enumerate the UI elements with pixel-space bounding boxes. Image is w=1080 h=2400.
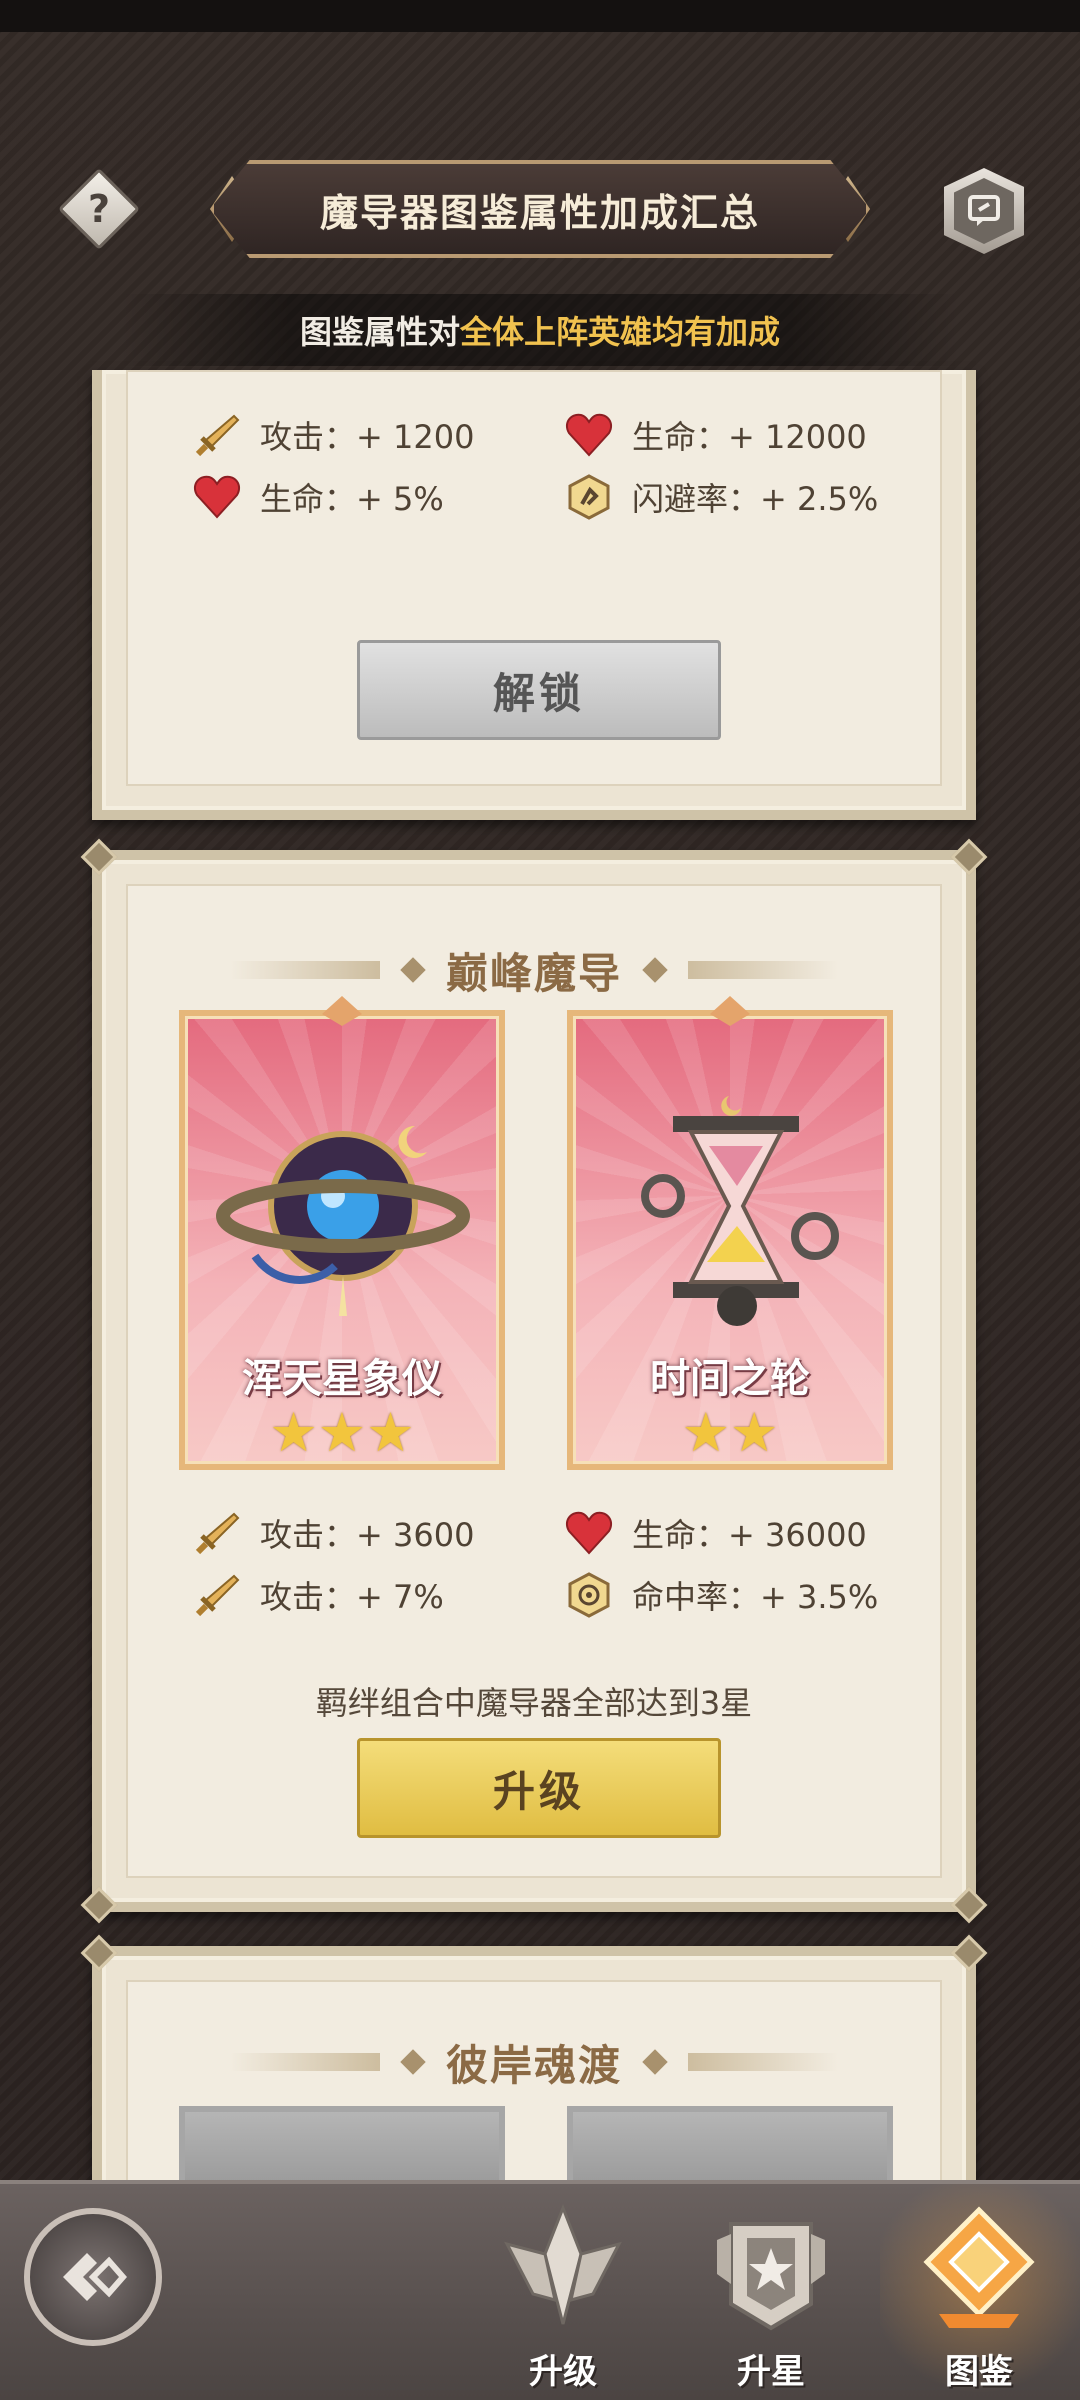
codex-panel-1: 攻击：+ 1200 生命：+ 12000 生命：+ 5% 闪避率：+ 2.5% … [92, 370, 976, 820]
diamond-ornament [642, 2049, 668, 2075]
stat-row: 攻击：+ 3600 [192, 1508, 474, 1558]
codex-panel-2: 巅峰魔导 浑天星象仪 ★★★ 时间之轮 ★★ 攻击：+ 3600 生命：+ 36… [80, 838, 988, 1924]
title-divider [688, 2053, 838, 2071]
nav-label: 图鉴 [945, 2352, 1013, 2392]
stat-text: 生命：+ 36000 [632, 1516, 867, 1554]
status-bar [0, 0, 1080, 32]
heart-icon [564, 410, 614, 460]
artifact-card[interactable]: 浑天星象仪 ★★★ [179, 996, 505, 1470]
stat-row: 生命：+ 36000 [564, 1508, 867, 1558]
star-icons: ★★★ [269, 1401, 415, 1464]
upgrade-emblem-icon [504, 2204, 622, 2325]
question-mark-icon: ? [87, 187, 111, 231]
dodge-icon [564, 472, 614, 522]
star-icons: ★★ [681, 1401, 779, 1464]
nav-codex[interactable]: 图鉴 [904, 2204, 1054, 2392]
heart-icon [564, 1508, 614, 1558]
upgrade-button[interactable]: 升级 [357, 1738, 721, 1838]
stat-row: 攻击：+ 1200 [192, 410, 474, 460]
stat-row: 生命：+ 12000 [564, 410, 867, 460]
artifact-name: 浑天星象仪 [242, 1356, 442, 1402]
back-arrow-icon [63, 2253, 127, 2301]
stat-text: 攻击：+ 3600 [260, 1516, 475, 1554]
nav-star-up[interactable]: 升星 [696, 2204, 846, 2392]
stat-text: 生命：+ 5% [260, 480, 444, 518]
star-up-emblem-icon [717, 2222, 825, 2331]
diamond-ornament [400, 957, 426, 983]
diamond-ornament [642, 957, 668, 983]
nav-label: 升星 [737, 2352, 805, 2392]
subtitle-highlight: 全体上阵英雄均有加成 [460, 313, 781, 351]
heart-icon [192, 472, 242, 522]
section-title-text: 巅峰魔导 [445, 948, 622, 998]
codex-emblem-icon [923, 2206, 1035, 2328]
armillary-sphere-icon [216, 1125, 470, 1316]
nav-upgrade[interactable]: 升级 [488, 2204, 638, 2392]
title-plate: 魔导器图鉴属性加成汇总 [210, 160, 870, 258]
upgrade-hint: 羁绊组合中魔导器全部达到3星 [315, 1684, 753, 1722]
stat-text: 命中率：+ 3.5% [632, 1578, 879, 1616]
page-title: 魔导器图鉴属性加成汇总 [319, 190, 760, 235]
stat-row: 命中率：+ 3.5% [564, 1570, 878, 1620]
sword-icon [192, 410, 242, 460]
section-title: 彼岸魂渡 [102, 2032, 966, 2092]
stat-row: 攻击：+ 7% [192, 1570, 444, 1620]
hourglass-icon [641, 1096, 839, 1326]
subtitle-banner: 图鉴属性对 全体上阵英雄均有加成 [120, 294, 960, 366]
sword-icon [192, 1508, 242, 1558]
section-title: 巅峰魔导 [102, 940, 966, 1000]
unlock-button[interactable]: 解锁 [357, 640, 721, 740]
star-rating: ★★ [573, 1406, 887, 1460]
back-button[interactable] [24, 2208, 162, 2346]
artifact-card[interactable]: 时间之轮 ★★ [567, 996, 893, 1470]
title-divider [229, 2053, 380, 2071]
share-icon [954, 178, 1014, 244]
stat-text: 闪避率：+ 2.5% [632, 480, 879, 518]
stat-text: 攻击：+ 7% [260, 1578, 444, 1616]
bottom-nav: 升级 升星 图鉴 [0, 2180, 1080, 2400]
stat-row: 闪避率：+ 2.5% [564, 472, 878, 522]
artifact-name: 时间之轮 [650, 1356, 810, 1402]
title-divider [229, 961, 380, 979]
stat-text: 生命：+ 12000 [632, 418, 867, 456]
stat-row: 生命：+ 5% [192, 472, 444, 522]
target-icon [564, 1570, 614, 1620]
section-title-text: 彼岸魂渡 [445, 2040, 622, 2090]
title-divider [688, 961, 838, 979]
star-rating: ★★★ [185, 1406, 499, 1460]
subtitle-prefix: 图鉴属性对 [299, 313, 460, 351]
nav-label: 升级 [529, 2352, 597, 2392]
sword-icon [192, 1570, 242, 1620]
stat-text: 攻击：+ 1200 [260, 418, 475, 456]
diamond-ornament [400, 2049, 426, 2075]
